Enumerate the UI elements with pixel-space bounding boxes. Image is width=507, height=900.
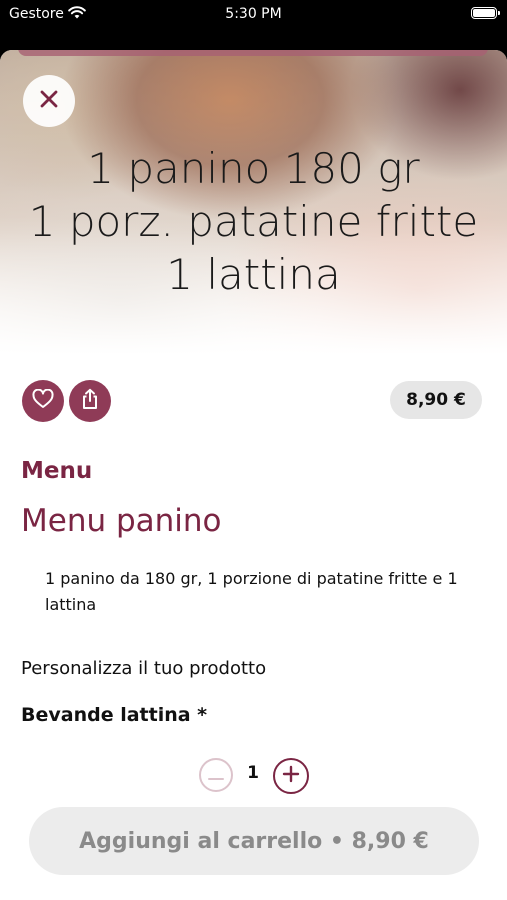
favorite-button[interactable] xyxy=(22,380,64,422)
minus-icon xyxy=(208,766,224,785)
quantity-value: 1 xyxy=(247,763,259,783)
close-icon xyxy=(38,88,60,114)
image-caption-line: 1 panino 180 gr xyxy=(87,144,420,193)
image-caption-line: 1 porz. patatine fritte xyxy=(28,197,479,246)
add-to-cart-button[interactable]: Aggiungi al carrello • 8,90 € xyxy=(29,807,479,875)
close-button[interactable] xyxy=(23,75,75,127)
product-description: 1 panino da 180 gr, 1 porzione di patati… xyxy=(45,569,458,614)
image-caption-line: 1 lattina xyxy=(166,250,341,299)
image-caption: 1 panino 180 gr 1 porz. patatine fritte … xyxy=(0,142,507,301)
plus-icon xyxy=(282,765,300,787)
product-sheet: 1 panino 180 gr 1 porz. patatine fritte … xyxy=(0,50,507,900)
share-icon xyxy=(80,388,100,414)
status-bar: Gestore 5:30 PM xyxy=(0,0,507,30)
price-badge: 8,90 € xyxy=(390,381,482,419)
customize-heading: Personalizza il tuo prodotto xyxy=(21,658,267,679)
status-time: 5:30 PM xyxy=(225,6,282,22)
quantity-decrease-button[interactable] xyxy=(199,758,233,792)
share-button[interactable] xyxy=(69,380,111,422)
product-category: Menu xyxy=(21,458,93,484)
heart-icon xyxy=(32,388,54,413)
product-title: Menu panino xyxy=(21,503,222,539)
quantity-increase-button[interactable] xyxy=(273,758,309,794)
battery-icon xyxy=(471,7,500,19)
product-image: 1 panino 180 gr 1 porz. patatine fritte … xyxy=(0,50,507,355)
option-group-title: Bevande lattina * xyxy=(21,704,208,726)
